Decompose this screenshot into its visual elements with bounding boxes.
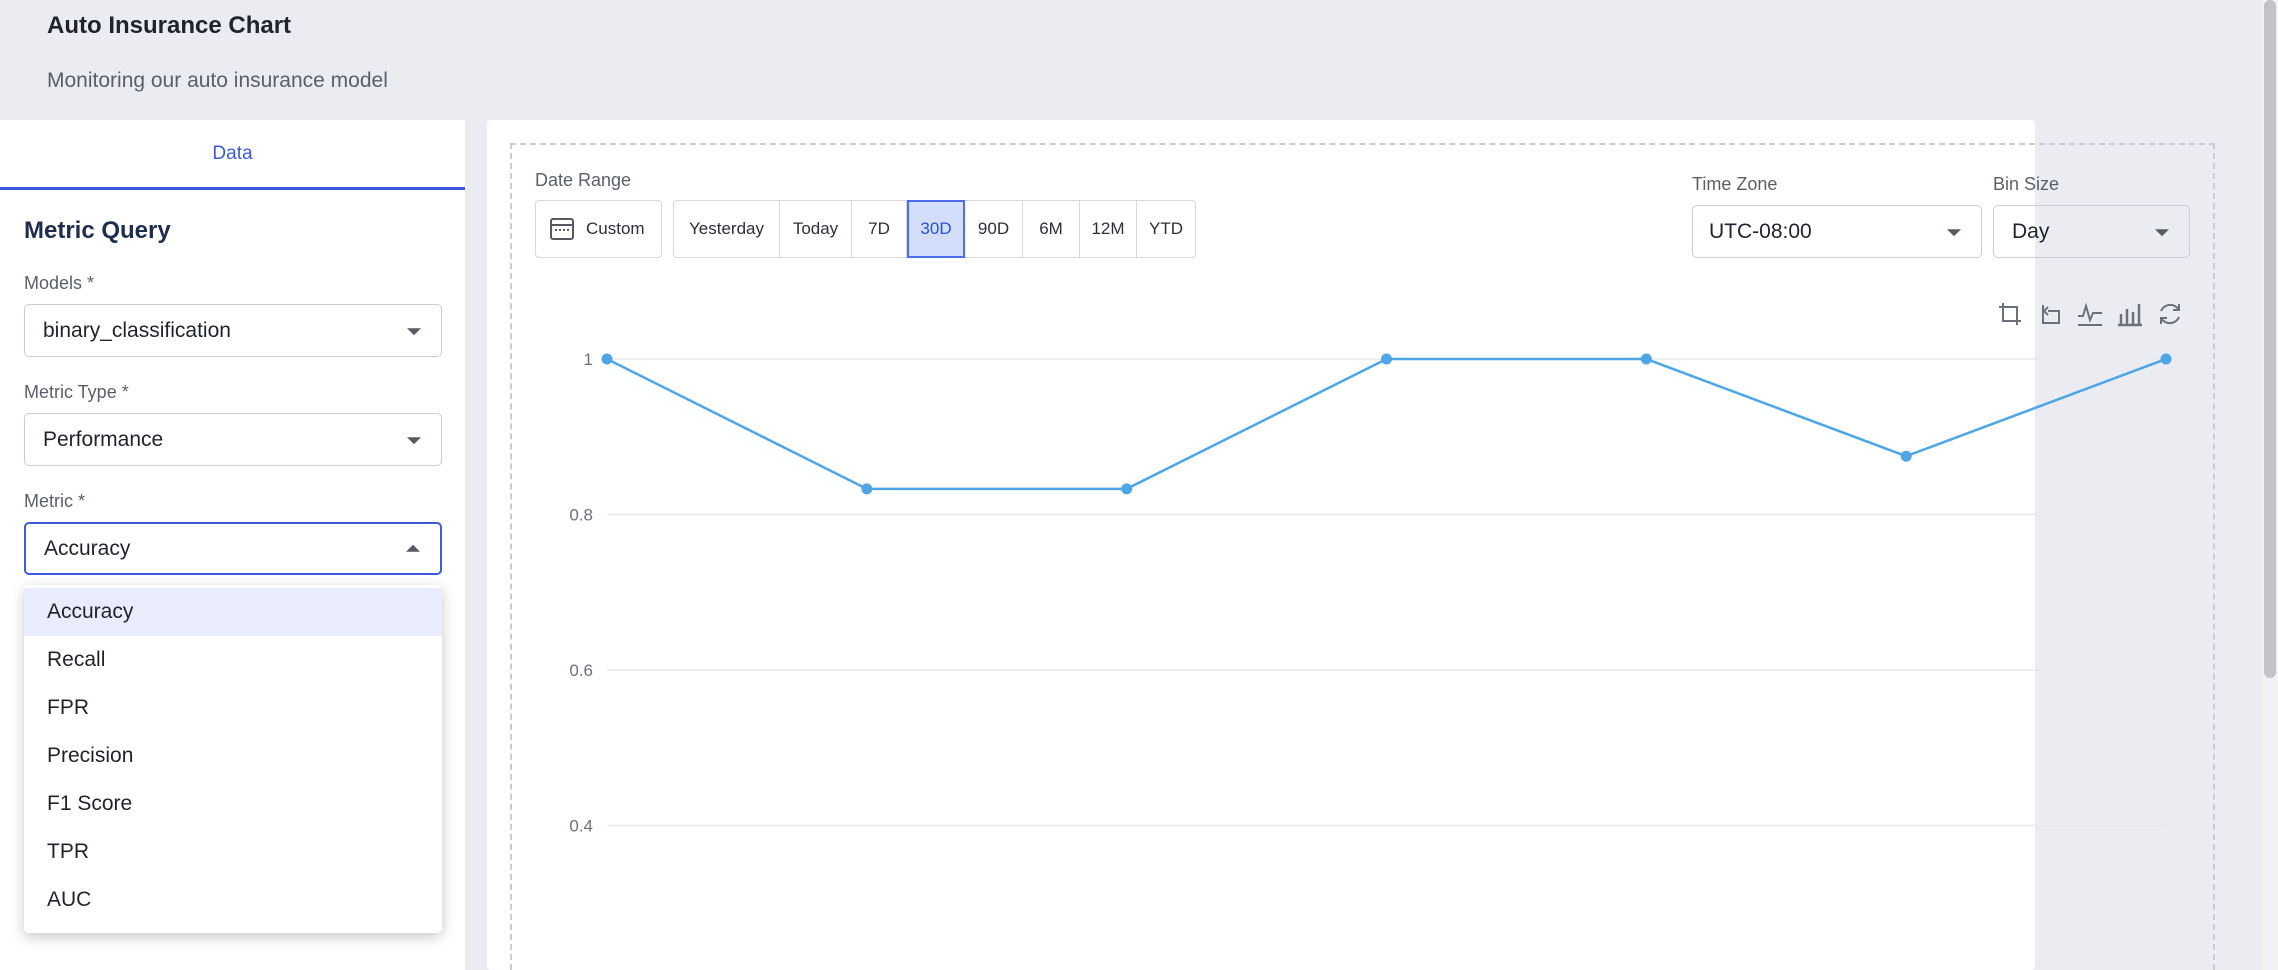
data-point[interactable]: [1121, 483, 1133, 495]
y-tick-label: 1: [584, 350, 593, 369]
series-line: [606, 357, 2167, 491]
data-point[interactable]: [601, 353, 613, 365]
data-point[interactable]: [861, 483, 873, 495]
y-tick-label: 0.4: [569, 817, 593, 836]
accuracy-line-chart: 1 0.8 0.6 0.4: [569, 350, 2172, 836]
data-point[interactable]: [1900, 450, 1912, 462]
scrollbar-thumb[interactable]: [2264, 0, 2276, 678]
y-tick-label: 0.6: [569, 661, 593, 680]
data-point[interactable]: [2160, 353, 2172, 365]
y-tick-label: 0.8: [569, 506, 593, 525]
data-point[interactable]: [1640, 353, 1652, 365]
data-point[interactable]: [1381, 353, 1392, 365]
